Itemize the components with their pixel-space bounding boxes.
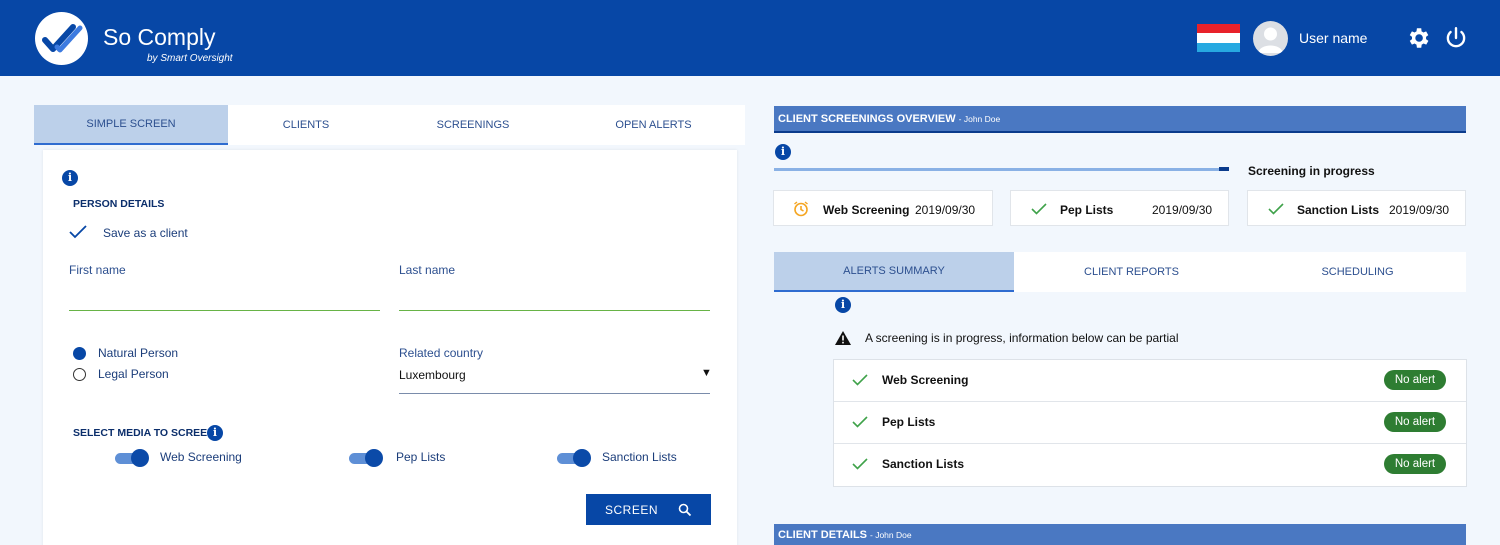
select-media-heading: SELECT MEDIA TO SCREEN	[73, 427, 215, 439]
tab-clients[interactable]: CLIENTS	[228, 105, 384, 145]
gear-icon[interactable]	[1405, 25, 1431, 51]
sanction-lists-toggle-label[interactable]: Sanction Lists	[602, 450, 677, 464]
table-row[interactable]: Web Screening No alert	[834, 360, 1466, 402]
table-row[interactable]: Pep Lists No alert	[834, 402, 1466, 444]
related-country-select[interactable]: Luxembourg	[399, 368, 466, 382]
natural-person-label[interactable]: Natural Person	[98, 346, 178, 360]
alert-row-name: Web Screening	[882, 373, 969, 387]
pep-lists-toggle-label[interactable]: Pep Lists	[396, 450, 445, 464]
alert-row-name: Pep Lists	[882, 415, 936, 429]
overview-title: CLIENT SCREENINGS OVERVIEW	[778, 112, 956, 125]
legal-person-label[interactable]: Legal Person	[98, 367, 169, 381]
tab-client-reports[interactable]: CLIENT REPORTS	[1014, 252, 1249, 292]
tab-simple-screen[interactable]: SIMPLE SCREEN	[34, 105, 228, 145]
toggle-knob	[131, 449, 149, 467]
status-badge: No alert	[1384, 412, 1446, 432]
brand-subtitle: by Smart Oversight	[147, 53, 233, 64]
status-badge: No alert	[1384, 454, 1446, 474]
web-screening-toggle[interactable]	[115, 449, 149, 467]
power-icon[interactable]	[1443, 25, 1469, 51]
tab-alerts-summary[interactable]: ALERTS SUMMARY	[774, 252, 1014, 292]
search-icon	[678, 503, 692, 516]
sanction-lists-toggle[interactable]	[557, 449, 591, 467]
brand-comply: Comply	[137, 24, 216, 50]
related-country-underline	[399, 393, 710, 394]
last-name-underline	[399, 310, 710, 311]
check-icon	[852, 458, 868, 470]
top-bar: So Comply by Smart Oversight User name	[0, 0, 1500, 76]
person-details-heading: PERSON DETAILS	[73, 198, 165, 210]
check-icon	[1268, 203, 1284, 215]
legal-person-radio[interactable]	[73, 368, 86, 381]
user-avatar-icon	[1258, 27, 1283, 53]
chevron-down-icon[interactable]: ▼	[701, 367, 712, 379]
save-as-client-label[interactable]: Save as a client	[103, 226, 188, 240]
status-card-date: 2019/09/30	[915, 203, 976, 217]
status-card-pep-lists[interactable]: Pep Lists 2019/09/30	[1010, 190, 1229, 226]
screen-button-label: SCREEN	[604, 502, 658, 517]
brand-name: So Comply	[103, 24, 216, 51]
last-name-label: Last name	[399, 263, 456, 277]
client-details-header: CLIENT DETAILS - John Doe	[774, 524, 1466, 545]
client-details-client-name: - John Doe	[870, 529, 912, 540]
tab-open-alerts[interactable]: OPEN ALERTS	[562, 105, 745, 145]
logo[interactable]	[35, 12, 88, 65]
pep-lists-toggle[interactable]	[349, 449, 383, 467]
check-icon	[852, 416, 868, 428]
username[interactable]: User name	[1299, 30, 1367, 46]
pending-clock-icon	[794, 201, 808, 217]
tab-screenings[interactable]: SCREENINGS	[384, 105, 562, 145]
progress-bar-end	[1219, 167, 1229, 171]
status-card-sanction-lists[interactable]: Sanction Lists 2019/09/30	[1247, 190, 1466, 226]
status-card-web-screening[interactable]: Web Screening 2019/09/30	[773, 190, 993, 226]
warning-icon	[835, 331, 851, 345]
flag-stripe-blue	[1197, 42, 1240, 52]
natural-person-radio[interactable]	[73, 347, 86, 360]
toggle-knob	[365, 449, 383, 467]
web-screening-toggle-label[interactable]: Web Screening	[160, 450, 242, 464]
first-name-label: First name	[69, 263, 126, 277]
first-name-input[interactable]	[69, 285, 380, 307]
first-name-underline	[69, 310, 380, 311]
screen-button[interactable]: SCREEN	[586, 494, 711, 525]
status-card-date: 2019/09/30	[1389, 203, 1450, 217]
flag-stripe-red	[1197, 24, 1240, 34]
avatar[interactable]	[1253, 21, 1288, 56]
screening-status: Screening in progress	[1248, 164, 1375, 178]
check-icon	[1031, 203, 1047, 215]
info-icon[interactable]: i	[62, 170, 78, 186]
flag-stripe-white	[1197, 33, 1240, 43]
status-card-date: 2019/09/30	[1152, 203, 1213, 217]
info-icon[interactable]: i	[207, 425, 223, 441]
last-name-input[interactable]	[399, 285, 710, 307]
brand-so: So	[103, 24, 132, 50]
alert-row-name: Sanction Lists	[882, 457, 965, 471]
table-row[interactable]: Sanction Lists No alert	[834, 444, 1466, 486]
status-badge: No alert	[1384, 370, 1446, 390]
language-flag-icon[interactable]	[1197, 24, 1240, 52]
screening-progress-bar	[774, 168, 1229, 171]
toggle-knob	[573, 449, 591, 467]
status-card-name: Pep Lists	[1060, 203, 1114, 217]
info-icon[interactable]: i	[775, 144, 791, 160]
tab-scheduling[interactable]: SCHEDULING	[1249, 252, 1466, 292]
check-icon	[852, 374, 868, 386]
status-card-name: Sanction Lists	[1297, 203, 1380, 217]
overview-client-name: - John Doe	[958, 113, 1001, 124]
partial-info-warning: A screening is in progress, information …	[865, 331, 1179, 345]
right-tab-bar: ALERTS SUMMARY CLIENT REPORTS SCHEDULING	[774, 252, 1466, 292]
client-screenings-overview-header: CLIENT SCREENINGS OVERVIEW - John Doe	[774, 106, 1466, 133]
client-details-title: CLIENT DETAILS	[778, 528, 868, 541]
alerts-table: Web Screening No alert Pep Lists No aler…	[833, 359, 1467, 487]
status-card-name: Web Screening	[823, 203, 910, 217]
left-tab-bar: SIMPLE SCREEN CLIENTS SCREENINGS OPEN AL…	[34, 105, 745, 145]
double-check-logo-icon	[42, 24, 83, 53]
info-icon[interactable]: i	[835, 297, 851, 313]
related-country-label: Related country	[399, 346, 484, 360]
check-icon[interactable]	[68, 224, 88, 240]
